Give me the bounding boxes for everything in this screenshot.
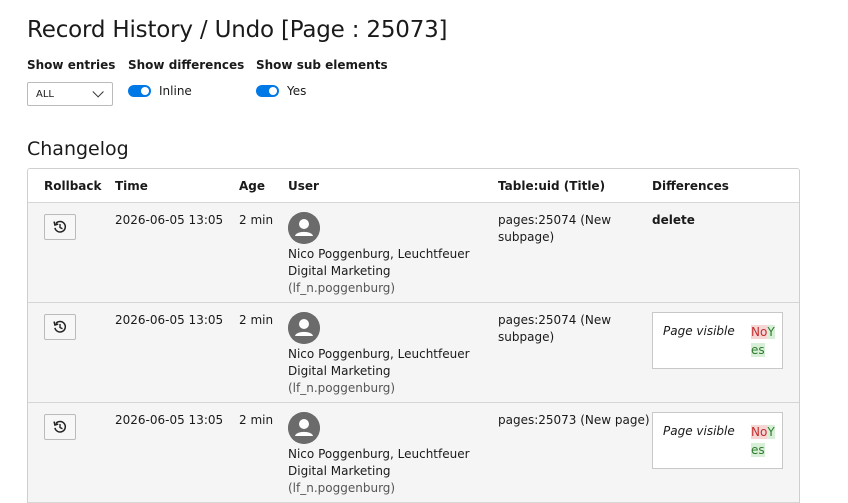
rollback-cell [28,212,115,240]
show-differences-control: Show differences Inline [128,57,256,106]
differences-cell: Page visible NoYes [652,312,799,369]
user-name: Nico Poggenburg, Leuchtfeuer Digital Mar… [288,447,470,478]
page-title: Record History / Undo [Page : 25073] [27,17,448,43]
diff-values: NoYes [751,423,775,468]
user-cell: Nico Poggenburg, Leuchtfeuer Digital Mar… [288,212,498,297]
show-sub-elements-toggle[interactable] [256,84,279,97]
rollback-button[interactable] [44,214,76,240]
user-login: (lf_n.poggenburg) [288,381,396,395]
show-differences-toggle-row: Inline [128,82,256,99]
time-cell: 2026-06-05 13:05 [115,413,224,427]
column-header-time: Time [115,178,148,193]
chevron-down-icon [92,86,104,98]
user-login: (lf_n.poggenburg) [288,481,396,495]
rollback-button[interactable] [44,414,76,440]
time-cell: 2026-06-05 13:05 [115,313,224,327]
diff-action: delete [652,213,695,227]
user-login: (lf_n.poggenburg) [288,281,396,295]
changelog-title: Changelog [27,138,129,160]
history-icon [53,320,67,333]
user-avatar-icon [288,312,320,344]
column-header-rollback: Rollback [44,178,102,193]
diff-removed-value: No [751,425,768,439]
table-uid-cell: pages:25074 (New subpage) [498,213,612,244]
history-controls: Show entries ALL Show differences Inline… [27,57,396,106]
rollback-button[interactable] [44,314,76,340]
changelog-header-row: Rollback Time Age User Table:uid (Title)… [28,169,799,203]
show-sub-elements-value: Yes [287,83,307,98]
show-sub-elements-label: Show sub elements [256,58,388,72]
diff-removed-value: No [751,325,768,339]
table-uid-cell: pages:25073 (New page) [498,413,650,427]
user-avatar-icon [288,412,320,444]
column-header-differences: Differences [652,178,729,193]
differences-cell: Page visible NoYes [652,412,799,469]
show-sub-elements-control: Show sub elements Yes [256,57,396,106]
table-row: 2026-06-05 13:05 2 min Nico Poggenburg, … [28,403,799,503]
user-avatar-icon [288,212,320,244]
time-cell: 2026-06-05 13:05 [115,213,224,227]
age-cell: 2 min [239,213,274,227]
show-entries-control: Show entries ALL [27,57,128,106]
user-cell: Nico Poggenburg, Leuchtfeuer Digital Mar… [288,312,498,397]
show-differences-toggle[interactable] [128,84,151,97]
user-name: Nico Poggenburg, Leuchtfeuer Digital Mar… [288,347,470,378]
age-cell: 2 min [239,313,274,327]
show-differences-label: Show differences [128,58,245,72]
table-row: 2026-06-05 13:05 2 min Nico Poggenburg, … [28,203,799,303]
column-header-table-uid: Table:uid (Title) [498,178,606,193]
diff-field-name: Page visible [663,324,735,338]
show-entries-value: ALL [36,88,54,100]
column-header-age: Age [239,178,266,193]
table-row: 2026-06-05 13:05 2 min Nico Poggenburg, … [28,303,799,403]
rollback-cell [28,312,115,340]
rollback-cell [28,412,115,440]
changelog-table: Rollback Time Age User Table:uid (Title)… [27,168,800,503]
differences-cell: delete [652,212,799,229]
diff-values: NoYes [751,323,775,368]
table-uid-cell: pages:25074 (New subpage) [498,313,612,344]
diff-field-name: Page visible [663,424,735,438]
diff-box: Page visible NoYes [652,412,783,469]
diff-box: Page visible NoYes [652,312,783,369]
history-icon [53,420,67,433]
record-history-page: Record History / Undo [Page : 25073] Sho… [0,0,848,503]
column-header-user: User [288,178,319,193]
show-entries-label: Show entries [27,58,116,72]
show-differences-value: Inline [159,83,192,98]
show-entries-select[interactable]: ALL [27,82,113,106]
user-cell: Nico Poggenburg, Leuchtfeuer Digital Mar… [288,412,498,497]
show-sub-elements-toggle-row: Yes [256,82,396,99]
age-cell: 2 min [239,413,274,427]
history-icon [53,220,67,233]
user-name: Nico Poggenburg, Leuchtfeuer Digital Mar… [288,247,470,278]
